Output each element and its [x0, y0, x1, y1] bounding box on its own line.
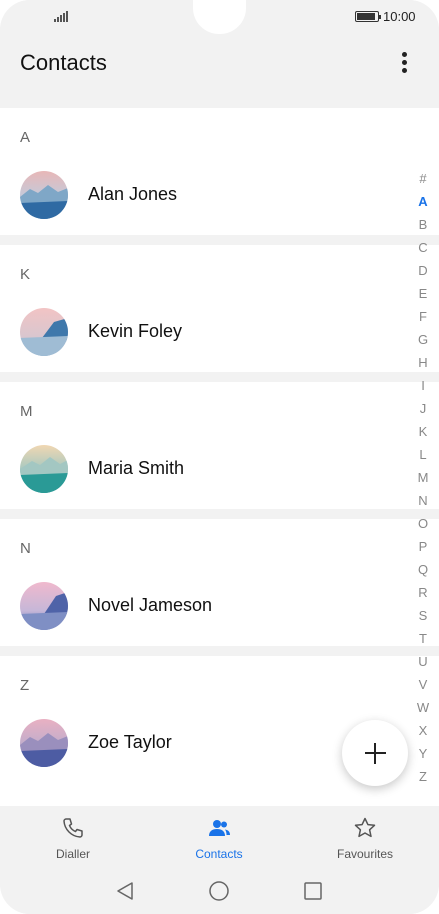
contact-name: Novel Jameson — [88, 595, 213, 615]
system-navigation — [0, 868, 439, 914]
contacts-list[interactable]: A Alan Jones K Kevin Foley M Maria Smith… — [0, 98, 439, 806]
status-time: 10:00 — [383, 9, 416, 24]
index-letter[interactable]: Q — [413, 562, 433, 577]
contact-row[interactable]: Maria Smith — [0, 434, 400, 504]
contact-name: Kevin Foley — [88, 321, 183, 341]
section-header: N — [20, 540, 31, 557]
status-bar: 10:00 — [0, 0, 439, 34]
camera-notch — [193, 0, 246, 34]
contact-name: Zoe Taylor — [88, 732, 172, 752]
contact-row[interactable]: Novel Jameson — [0, 571, 400, 641]
index-letter[interactable]: # — [413, 171, 433, 186]
contact-avatar — [20, 171, 68, 219]
battery-icon — [355, 11, 381, 22]
tab-label: Dialler — [55, 847, 90, 861]
index-letter[interactable]: T — [413, 631, 433, 646]
tab-dialler[interactable]: Dialler — [0, 806, 146, 868]
contact-name: Alan Jones — [88, 184, 178, 204]
back-icon[interactable] — [114, 880, 136, 902]
contact-avatar — [20, 445, 68, 493]
index-letter[interactable]: J — [413, 401, 433, 416]
more-options-button[interactable] — [396, 50, 414, 76]
contact-section: A Alan Jones — [0, 108, 439, 235]
contact-row[interactable]: Zoe Taylor — [0, 708, 400, 778]
index-letter[interactable]: X — [413, 723, 433, 738]
section-header: A — [20, 129, 31, 146]
signal-icon — [54, 10, 70, 22]
index-letter[interactable]: F — [413, 309, 433, 324]
contact-section: N Novel Jameson — [0, 519, 439, 646]
section-header: Z — [20, 677, 30, 694]
phone-icon — [63, 818, 83, 838]
app-header: Contacts — [0, 34, 439, 92]
contact-avatar — [20, 719, 68, 767]
section-header: M — [20, 403, 33, 420]
index-letter[interactable]: W — [413, 700, 433, 715]
index-letter[interactable]: C — [413, 240, 433, 255]
index-letter[interactable]: R — [413, 585, 433, 600]
tab-contacts[interactable]: Contacts — [146, 806, 292, 868]
index-letter[interactable]: K — [413, 424, 433, 439]
index-letter[interactable]: B — [413, 217, 433, 232]
contact-avatar — [20, 308, 68, 356]
index-letter[interactable]: I — [413, 378, 433, 393]
index-letter[interactable]: S — [413, 608, 433, 623]
index-letter[interactable]: P — [413, 539, 433, 554]
contact-section: K Kevin Foley — [0, 245, 439, 372]
index-letter[interactable]: O — [413, 516, 433, 531]
index-letter[interactable]: E — [413, 286, 433, 301]
section-header: K — [20, 266, 31, 283]
home-icon[interactable] — [208, 880, 230, 902]
index-letter[interactable]: H — [413, 355, 433, 370]
contact-row[interactable]: Kevin Foley — [0, 297, 400, 367]
add-contact-button[interactable] — [342, 720, 408, 786]
index-letter-active[interactable]: A — [413, 194, 433, 209]
page-title: Contacts — [20, 50, 107, 75]
contact-section: M Maria Smith — [0, 382, 439, 509]
contacts-icon — [209, 820, 230, 836]
contact-avatar — [20, 582, 68, 630]
tab-label: Contacts — [195, 847, 243, 861]
tab-favourites[interactable]: Favourites — [292, 806, 438, 868]
index-letter[interactable]: Z — [413, 769, 433, 784]
tab-label: Favourites — [336, 847, 394, 861]
index-letter[interactable]: M — [413, 470, 433, 485]
phone-screen: 10:00 Contacts A Alan Jones K Kevin Fole… — [0, 0, 439, 914]
recents-icon[interactable] — [302, 880, 324, 902]
index-letter[interactable]: G — [413, 332, 433, 347]
index-letter[interactable]: N — [413, 493, 433, 508]
index-letter[interactable]: U — [413, 654, 433, 669]
index-letter[interactable]: L — [413, 447, 433, 462]
index-letter[interactable]: V — [413, 677, 433, 692]
index-letter[interactable]: D — [413, 263, 433, 278]
contact-row[interactable]: Alan Jones — [0, 160, 400, 230]
more-vertical-icon — [402, 52, 407, 57]
contact-name: Maria Smith — [88, 458, 185, 478]
star-icon — [354, 817, 376, 838]
bottom-navigation: Dialler Contacts Favourites — [0, 806, 439, 868]
index-letter[interactable]: Y — [413, 746, 433, 761]
